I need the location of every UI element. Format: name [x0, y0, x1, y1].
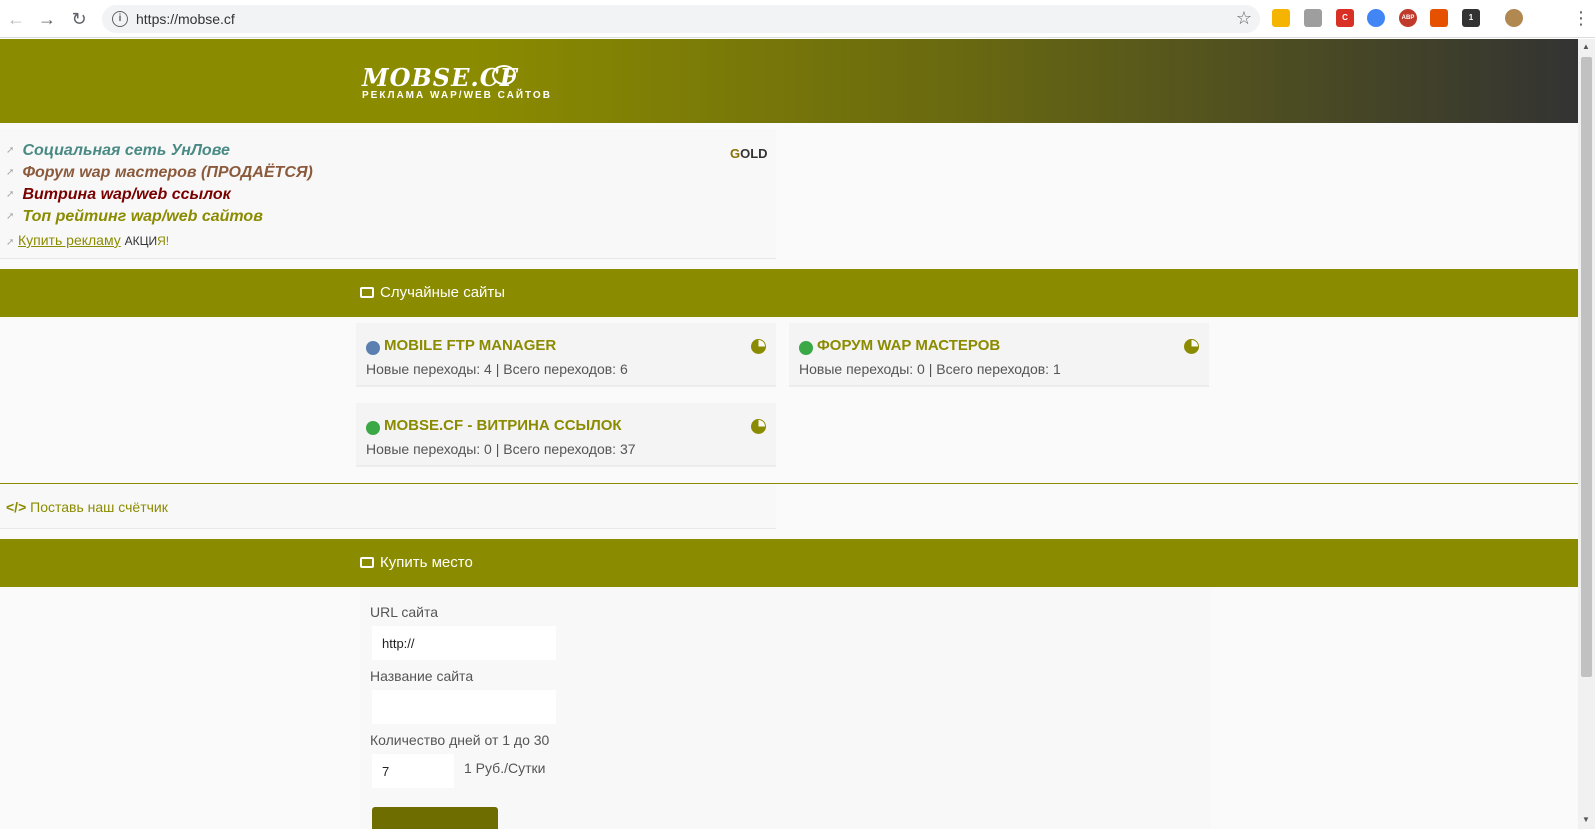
submit-button[interactable]	[372, 807, 498, 829]
bookmark-ext-icon[interactable]	[1272, 9, 1290, 27]
random-sites-title: Случайные сайты	[380, 284, 506, 301]
counter-box[interactable]: </> Поставь наш счётчик	[0, 485, 776, 529]
promo-link-3[interactable]: ➚ Витрина wap/web ссылок	[6, 186, 231, 204]
ext-flame-icon[interactable]	[1430, 9, 1448, 27]
days-label: Количество дней от 1 до 30	[370, 732, 550, 748]
scroll-up-icon[interactable]: ▲	[1582, 42, 1590, 51]
promo-link-4-label[interactable]: Топ рейтинг wap/web сайтов	[22, 208, 262, 225]
gold-badge-rest: OLD	[740, 146, 768, 161]
chrome-menu-icon[interactable]: ⋮	[1572, 8, 1590, 28]
days-input[interactable]	[372, 754, 454, 788]
ext-red-c-icon[interactable]: C	[1336, 9, 1354, 27]
promo-link-1-label[interactable]: Социальная сеть УнЛове	[22, 142, 229, 159]
counter-label[interactable]: Поставь наш счётчик	[30, 499, 168, 515]
promo-action-2: Я!	[157, 234, 170, 248]
page-content: MOBSE.CF РЕКЛАМА WAP/WEB САЙТОВ ➚ Социал…	[0, 39, 1578, 829]
random-sites-title-row: Случайные сайты	[360, 284, 505, 301]
url-label: URL сайта	[370, 604, 439, 620]
site-header: MOBSE.CF РЕКЛАМА WAP/WEB САЙТОВ	[0, 39, 1578, 123]
stats-pie-icon[interactable]	[751, 339, 766, 354]
site-stats: Новые переходы: 4 | Всего переходов: 6	[366, 361, 628, 377]
stats-pie-icon[interactable]	[751, 419, 766, 434]
buy-place-title: Купить место	[380, 554, 473, 571]
promo-link-2-label[interactable]: Форум wap мастеров (ПРОДАЁТСЯ)	[22, 164, 312, 181]
site-name[interactable]: MOBSE.CF - ВИТРИНА ССЫЛОК	[384, 417, 622, 434]
logo-title: MOBSE.CF	[362, 63, 518, 92]
scroll-thumb[interactable]	[1581, 57, 1592, 677]
promo-link-1[interactable]: ➚ Социальная сеть УнЛове	[6, 142, 230, 160]
buy-place-form: URL сайта Название сайта Количество дней…	[360, 588, 1211, 829]
link-arrow-icon: ➚	[6, 237, 15, 248]
code-icon: </>	[6, 499, 27, 515]
credit-card-icon	[360, 557, 374, 568]
promo-link-3-label[interactable]: Витрина wap/web ссылок	[22, 186, 230, 203]
promo-link-2[interactable]: ➚ Форум wap мастеров (ПРОДАЁТСЯ)	[6, 164, 313, 182]
site-stats: Новые переходы: 0 | Всего переходов: 1	[799, 361, 1061, 377]
link-arrow-icon: ➚	[6, 167, 15, 179]
address-url[interactable]: https://mobse.cf	[136, 11, 235, 27]
scroll-down-icon[interactable]: ▼	[1582, 815, 1590, 824]
buy-place-title-row: Купить место	[360, 554, 473, 571]
ext-gray-icon[interactable]	[1304, 9, 1322, 27]
forward-arrow-icon[interactable]: →	[37, 9, 57, 29]
promo-links-box: ➚ Социальная сеть УнЛове ➚ Форум wap мас…	[0, 129, 776, 259]
promo-link-4[interactable]: ➚ Топ рейтинг wap/web сайтов	[6, 208, 263, 226]
ad-icon	[360, 287, 374, 298]
gold-badge-g: G	[730, 146, 741, 161]
site-name-label: Название сайта	[370, 668, 474, 684]
address-bar[interactable]: i https://mobse.cf ☆	[102, 5, 1260, 33]
link-arrow-icon: ➚	[6, 211, 15, 223]
section-divider	[0, 483, 1578, 484]
logo-subtitle: РЕКЛАМА WAP/WEB САЙТОВ	[362, 90, 552, 101]
bookmark-star-icon[interactable]: ☆	[1236, 8, 1252, 29]
logo-cursor-icon	[492, 65, 516, 85]
promo-action-1: АКЦИ	[124, 234, 158, 248]
adblock-plus-icon[interactable]: ABP	[1399, 9, 1417, 27]
browser-toolbar: ← → ↻ i https://mobse.cf ☆ C ABP 1 ⋮	[0, 0, 1595, 38]
site-name-input[interactable]	[372, 690, 556, 724]
site-favicon-icon	[366, 341, 380, 355]
stats-pie-icon[interactable]	[1184, 339, 1199, 354]
site-name[interactable]: ФОРУМ WAP МАСТЕРОВ	[817, 337, 1000, 354]
price-note: 1 Руб./Сутки	[464, 760, 546, 776]
ext-cube-icon[interactable]: 1	[1462, 9, 1480, 27]
site-logo[interactable]: MOBSE.CF РЕКЛАМА WAP/WEB САЙТОВ	[362, 63, 552, 101]
reload-icon[interactable]: ↻	[69, 9, 89, 29]
buy-place-bar: Купить место	[0, 539, 1578, 587]
site-card-2[interactable]: ФОРУМ WAP МАСТЕРОВ Новые переходы: 0 | В…	[789, 323, 1209, 387]
site-name[interactable]: MOBILE FTP MANAGER	[384, 337, 556, 354]
site-favicon-icon	[366, 421, 380, 435]
counter-row[interactable]: </> Поставь наш счётчик	[6, 499, 168, 515]
profile-avatar[interactable]	[1505, 9, 1523, 27]
info-icon[interactable]: i	[112, 11, 128, 27]
site-card-3[interactable]: MOBSE.CF - ВИТРИНА ССЫЛОК Новые переходы…	[356, 403, 776, 467]
buy-ad-link[interactable]: Купить рекламу	[18, 232, 121, 248]
page-scrollbar[interactable]: ▲ ▼	[1578, 39, 1595, 829]
ext-blue-globe-icon[interactable]	[1367, 9, 1385, 27]
link-arrow-icon: ➚	[6, 145, 15, 157]
random-sites-bar: Случайные сайты	[0, 269, 1578, 317]
back-arrow-icon[interactable]: ←	[6, 9, 26, 29]
link-arrow-icon: ➚	[6, 189, 15, 201]
gold-badge: GOLD	[730, 146, 768, 161]
site-card-1[interactable]: MOBILE FTP MANAGER Новые переходы: 4 | В…	[356, 323, 776, 387]
buy-ad-row: ➚ Купить рекламу АКЦИЯ!	[6, 232, 169, 248]
url-input[interactable]	[372, 626, 556, 660]
site-stats: Новые переходы: 0 | Всего переходов: 37	[366, 441, 636, 457]
site-favicon-icon	[799, 341, 813, 355]
